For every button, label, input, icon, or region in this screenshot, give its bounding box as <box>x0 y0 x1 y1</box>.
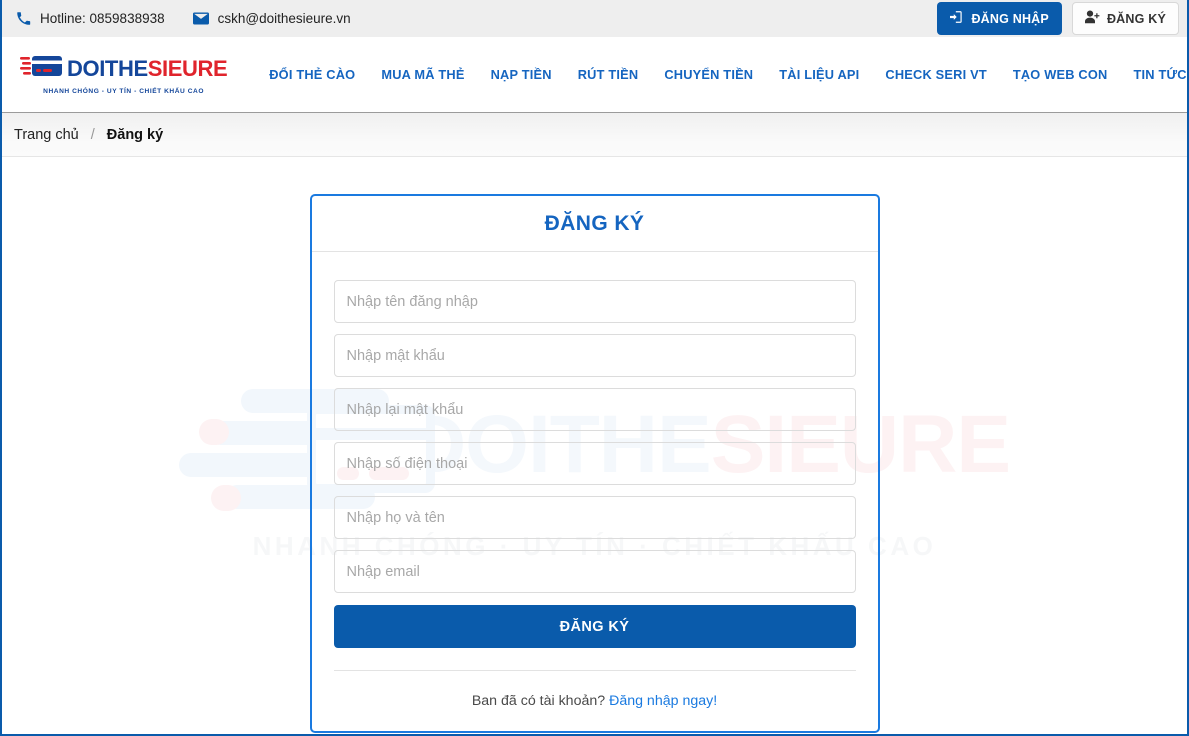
password-confirm-input[interactable] <box>333 388 856 431</box>
register-button[interactable]: ĐĂNG KÝ <box>1071 2 1179 35</box>
card-swipe-logo-icon <box>20 54 62 83</box>
hotline-text: Hotline: 0859838938 <box>40 11 165 26</box>
phone-icon <box>16 11 31 26</box>
fullname-input[interactable] <box>333 496 856 539</box>
login-now-link[interactable]: Đăng nhập ngay! <box>609 693 717 709</box>
breadcrumb: Trang chủ / Đăng ký <box>2 113 1187 157</box>
submit-register-button[interactable]: ĐĂNG KÝ <box>333 605 856 648</box>
username-input[interactable] <box>333 280 856 323</box>
register-button-label: ĐĂNG KÝ <box>1106 11 1166 26</box>
login-button-label: ĐĂNG NHẬP <box>971 11 1049 26</box>
nav-item-doi-the-cao[interactable]: ĐỔI THẺ CÀO <box>269 67 355 82</box>
sign-in-icon <box>950 10 964 27</box>
nav-item-tin-tuc[interactable]: TIN TỨC <box>1133 67 1186 82</box>
nav-item-chuyen-tien[interactable]: CHUYỂN TIỀN <box>664 67 753 82</box>
nav-item-nap-tien[interactable]: NẠP TIỀN <box>491 67 552 82</box>
nav-item-rut-tien[interactable]: RÚT TIỀN <box>578 67 639 82</box>
register-card: ĐĂNG KÝ ĐĂNG KÝ Ban đã có tài khoản? Đăn… <box>309 194 880 733</box>
brand-tagline: NHANH CHÓNG - UY TÍN - CHIẾT KHẤU CAO <box>43 88 205 95</box>
password-input[interactable] <box>333 334 856 377</box>
site-header: DOITHESIEURE NHANH CHÓNG - UY TÍN - CHIẾ… <box>2 37 1187 113</box>
email-info: cskh@doithesieure.vn <box>192 11 351 26</box>
login-button[interactable]: ĐĂNG NHẬP <box>937 2 1062 35</box>
register-card-header: ĐĂNG KÝ <box>311 196 878 252</box>
brand-name-part1: DOITHE <box>67 55 148 81</box>
register-card-wrapper: ĐĂNG KÝ ĐĂNG KÝ Ban đã có tài khoản? Đăn… <box>2 157 1187 733</box>
main-nav: ĐỔI THẺ CÀO MUA MÃ THẺ NẠP TIỀN RÚT TIỀN… <box>269 67 1186 82</box>
breadcrumb-home[interactable]: Trang chủ <box>14 127 79 143</box>
nav-item-mua-ma-the[interactable]: MUA MÃ THẺ <box>381 67 464 82</box>
login-prompt: Ban đã có tài khoản? Đăng nhập ngay! <box>333 670 856 709</box>
login-prompt-text: Ban đã có tài khoản? <box>471 693 610 709</box>
mail-icon <box>192 12 209 25</box>
register-form: ĐĂNG KÝ Ban đã có tài khoản? Đăng nhập n… <box>312 252 878 731</box>
brand-logo[interactable]: DOITHESIEURE NHANH CHÓNG - UY TÍN - CHIẾ… <box>20 54 228 95</box>
email-input[interactable] <box>333 550 856 593</box>
breadcrumb-current: Đăng ký <box>106 126 164 143</box>
brand-name-part2: SIEURE <box>147 55 228 81</box>
nav-item-check-seri-vt[interactable]: CHECK SERI VT <box>885 67 986 82</box>
page-root: Hotline: 0859838938 cskh@doithesieure.vn… <box>0 0 1189 736</box>
top-utility-bar: Hotline: 0859838938 cskh@doithesieure.vn… <box>2 0 1187 37</box>
brand-logo-row: DOITHESIEURE <box>20 54 228 83</box>
brand-name: DOITHESIEURE <box>67 55 228 81</box>
page-title: ĐĂNG KÝ <box>544 211 645 235</box>
breadcrumb-separator: / <box>90 126 95 143</box>
email-text: cskh@doithesieure.vn <box>217 11 351 26</box>
phone-input[interactable] <box>333 442 856 485</box>
nav-item-tai-lieu-api[interactable]: TÀI LIỆU API <box>779 67 859 82</box>
hotline-info: Hotline: 0859838938 <box>16 11 165 26</box>
nav-item-tao-web-con[interactable]: TẠO WEB CON <box>1013 67 1108 82</box>
user-plus-icon <box>1084 10 1100 27</box>
